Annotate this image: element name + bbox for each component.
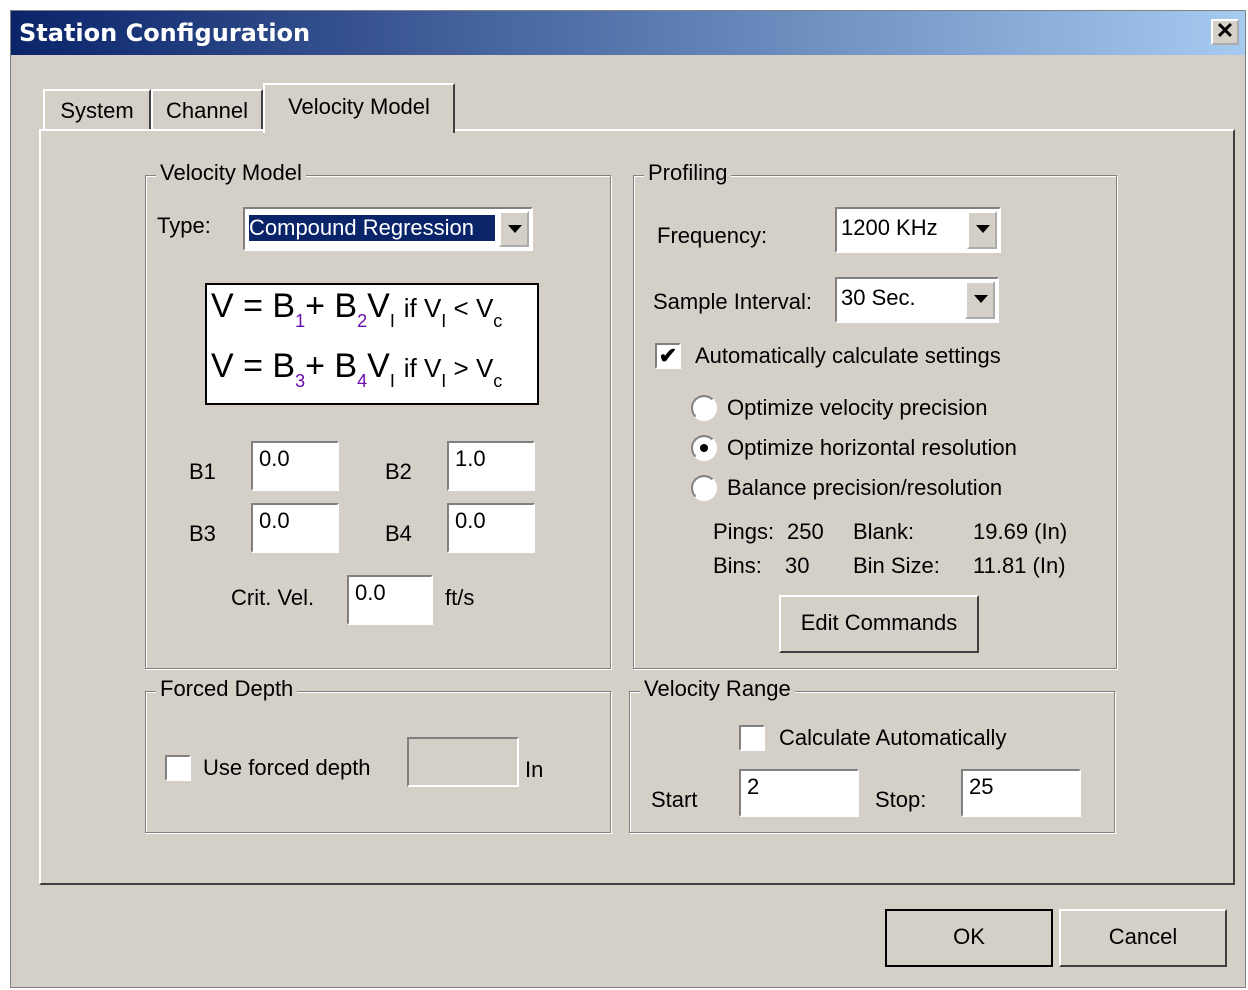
- b4-label: B4: [385, 521, 412, 546]
- station-configuration-dialog: Station Configuration ✕ System Channel V…: [10, 10, 1246, 988]
- type-select[interactable]: Compound Regression: [243, 207, 533, 251]
- crit-vel-input[interactable]: 0.0: [347, 575, 433, 625]
- forced-depth-label: Use forced depth: [203, 755, 371, 780]
- b2-input[interactable]: 1.0: [447, 441, 535, 491]
- pings-value: 250: [787, 519, 824, 544]
- forced-depth-input[interactable]: [407, 737, 519, 787]
- chevron-down-icon[interactable]: [967, 211, 997, 249]
- ok-button[interactable]: OK: [885, 909, 1053, 967]
- title-bar: Station Configuration ✕: [11, 11, 1245, 55]
- edit-commands-button[interactable]: Edit Commands: [779, 595, 979, 653]
- blank-label: Blank:: [853, 519, 915, 544]
- b3-label: B3: [189, 521, 216, 546]
- sample-interval-select[interactable]: 30 Sec.: [835, 277, 999, 323]
- radio-balance-label: Balance precision/resolution: [727, 475, 1003, 500]
- tab-channel[interactable]: Channel: [151, 89, 263, 131]
- frequency-select[interactable]: 1200 KHz: [835, 207, 1001, 253]
- close-button[interactable]: ✕: [1211, 19, 1239, 45]
- chevron-down-icon[interactable]: [965, 281, 995, 319]
- velocity-model-group-label: Velocity Model: [156, 160, 306, 186]
- radio-optimize-horizontal-label: Optimize horizontal resolution: [727, 435, 1017, 460]
- regression-formula: V = B1+ B2VI if VI < Vc V = B3+ B4VI if …: [205, 283, 539, 405]
- auto-calculate-label: Automatically calculate settings: [695, 343, 1001, 368]
- forced-depth-checkbox[interactable]: [165, 755, 191, 781]
- b1-label: B1: [189, 459, 216, 484]
- radio-optimize-velocity-label: Optimize velocity precision: [727, 395, 988, 420]
- tab-system[interactable]: System: [43, 89, 151, 131]
- bins-label: Bins:: [713, 553, 762, 578]
- crit-vel-label: Crit. Vel.: [231, 585, 315, 610]
- pings-label: Pings:: [713, 519, 775, 544]
- frequency-label: Frequency:: [657, 223, 768, 248]
- start-label: Start: [651, 787, 698, 812]
- tab-velocity-model-label: Velocity Model: [288, 94, 430, 119]
- type-label: Type:: [157, 213, 211, 238]
- type-select-value: Compound Regression: [249, 215, 495, 241]
- forced-depth-group-label: Forced Depth: [156, 676, 298, 702]
- formula-line-2: V = B3+ B4VI if VI > Vc: [211, 347, 503, 391]
- radio-balance[interactable]: [691, 475, 717, 501]
- formula-line-1: V = B1+ B2VI if VI < Vc: [211, 287, 503, 331]
- stop-input[interactable]: 25: [961, 769, 1081, 817]
- bins-value: 30: [785, 553, 810, 578]
- window-title: Station Configuration: [19, 19, 311, 47]
- tab-system-label: System: [60, 98, 134, 123]
- b2-label: B2: [385, 459, 412, 484]
- stop-label: Stop:: [875, 787, 927, 812]
- radio-optimize-horizontal[interactable]: [691, 435, 717, 461]
- bin-size-value: 11.81 (In): [973, 553, 1066, 578]
- calculate-automatically-checkbox[interactable]: [739, 725, 765, 751]
- tab-channel-label: Channel: [166, 98, 248, 123]
- b1-input[interactable]: 0.0: [251, 441, 339, 491]
- profiling-group-label: Profiling: [644, 160, 732, 186]
- sample-interval-select-value: 30 Sec.: [841, 285, 916, 310]
- crit-vel-unit: ft/s: [445, 585, 475, 610]
- velocity-range-group-label: Velocity Range: [640, 676, 795, 702]
- b4-input[interactable]: 0.0: [447, 503, 535, 553]
- sample-interval-label: Sample Interval:: [653, 289, 812, 314]
- cancel-button[interactable]: Cancel: [1059, 909, 1227, 967]
- b3-input[interactable]: 0.0: [251, 503, 339, 553]
- blank-value: 19.69 (In): [973, 519, 1068, 544]
- bin-size-label: Bin Size:: [853, 553, 940, 578]
- chevron-down-icon[interactable]: [499, 211, 529, 247]
- auto-calculate-checkbox[interactable]: ✔: [655, 343, 681, 369]
- forced-depth-unit: In: [525, 757, 544, 782]
- start-input[interactable]: 2: [739, 769, 859, 817]
- radio-optimize-velocity[interactable]: [691, 395, 717, 421]
- tab-velocity-model[interactable]: Velocity Model: [263, 83, 455, 133]
- calculate-automatically-label: Calculate Automatically: [779, 725, 1007, 750]
- frequency-select-value: 1200 KHz: [841, 215, 938, 240]
